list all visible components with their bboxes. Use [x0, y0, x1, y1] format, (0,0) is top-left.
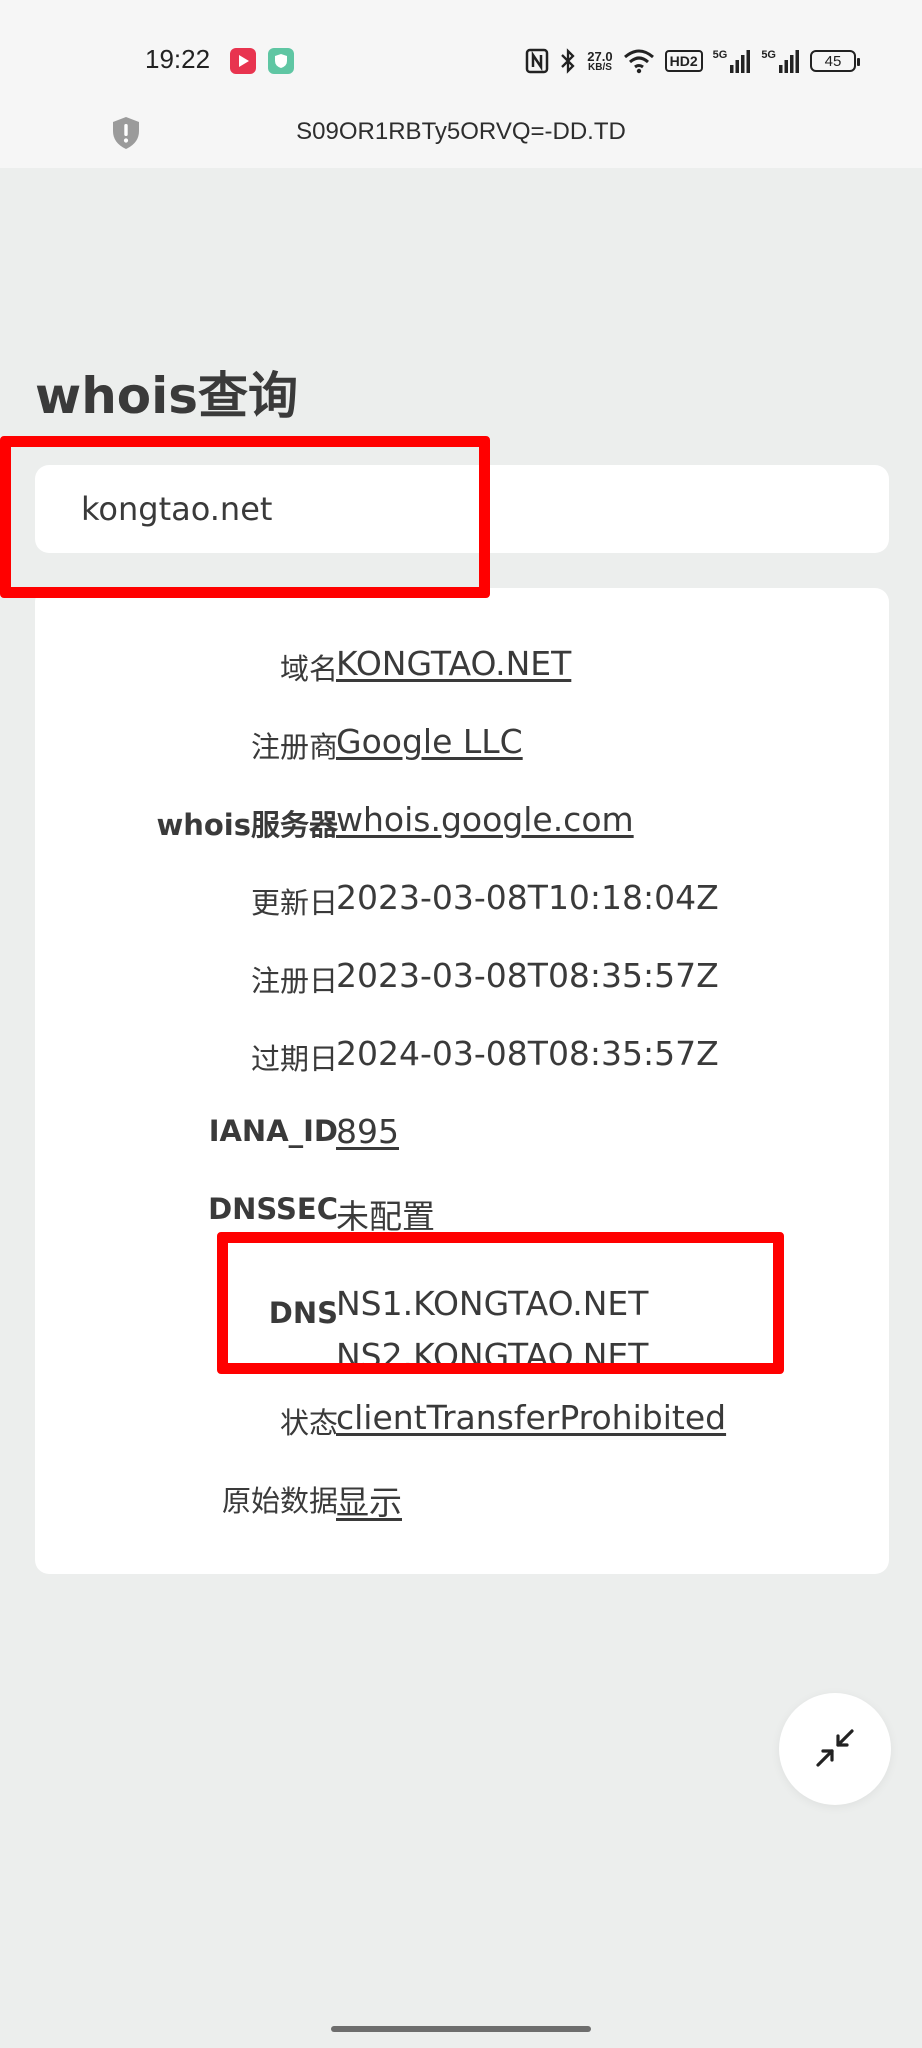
home-indicator[interactable] — [331, 2026, 591, 2032]
row-label: 注册日 — [250, 964, 338, 998]
page-title: whois查询 — [35, 367, 299, 425]
row-whois-server: whois服务器 whois.google.com — [35, 790, 889, 850]
row-dns: DNS NS1.KONGTAO.NET NS2.KONGTAO.NET — [35, 1284, 889, 1375]
signal-1-label: 5G — [712, 49, 728, 61]
net-speed-value: 27.0 — [587, 48, 613, 64]
updated-date: 2023-03-08T10:18:04Z — [336, 878, 719, 917]
row-registrar: 注册商 Google LLC — [35, 712, 889, 772]
bluetooth-icon — [559, 47, 577, 75]
row-dnssec: DNSSEC 未配置 — [35, 1180, 889, 1240]
row-registered: 注册日 2023-03-08T08:35:57Z — [35, 946, 889, 1006]
row-iana-id: IANA_ID 895 — [35, 1102, 889, 1162]
nfc-icon — [525, 48, 549, 74]
row-raw-data: 原始数据 显示 — [35, 1466, 889, 1526]
domain-link[interactable]: KONGTAO.NET — [336, 644, 571, 683]
collapse-button[interactable] — [779, 1693, 891, 1805]
address-bar[interactable]: S09OR1RBTy5ORVQ=-DD.TD — [0, 108, 922, 160]
status-time: 19:22 — [145, 44, 211, 74]
row-label: DNSSEC — [208, 1192, 338, 1226]
row-label: 域名 — [279, 652, 338, 686]
row-label: 更新日 — [250, 886, 338, 920]
dns-server-1: NS1.KONGTAO.NET — [336, 1284, 649, 1323]
whois-result-card: 域名 KONGTAO.NET 注册商 Google LLC whois服务器 w… — [35, 588, 889, 1574]
hd-badge: HD2 — [664, 50, 703, 72]
show-raw-data-link[interactable]: 显示 — [336, 1476, 402, 1524]
signal-icon: 5G — [713, 49, 752, 73]
row-domain: 域名 KONGTAO.NET — [35, 634, 889, 694]
row-label: 过期日 — [250, 1042, 338, 1076]
page-url[interactable]: S09OR1RBTy5ORVQ=-DD.TD — [0, 118, 922, 146]
net-speed-unit: KB/S — [588, 61, 612, 73]
video-app-icon — [230, 48, 256, 74]
dns-values: NS1.KONGTAO.NET NS2.KONGTAO.NET — [336, 1278, 648, 1382]
status-link[interactable]: clientTransferProhibited — [336, 1398, 726, 1437]
row-expiry: 过期日 2024-03-08T08:35:57Z — [35, 1024, 889, 1084]
row-status: 状态 clientTransferProhibited — [35, 1388, 889, 1448]
net-speed: 27.0 KB/S — [587, 50, 612, 73]
registrar-link[interactable]: Google LLC — [336, 722, 523, 761]
row-label: IANA_ID — [208, 1114, 338, 1148]
registered-date: 2023-03-08T08:35:57Z — [336, 956, 719, 995]
row-updated: 更新日 2023-03-08T10:18:04Z — [35, 868, 889, 928]
row-label: whois服务器 — [156, 808, 338, 842]
row-label: 注册商 — [250, 730, 338, 764]
row-label: 原始数据 — [221, 1484, 338, 1518]
iana-id-link[interactable]: 895 — [336, 1112, 399, 1151]
dnssec-value: 未配置 — [336, 1197, 435, 1236]
wifi-icon — [623, 48, 655, 74]
row-label: DNS — [268, 1296, 338, 1330]
battery-level: 45 — [824, 52, 842, 70]
security-app-icon — [268, 48, 294, 74]
whois-server-link[interactable]: whois.google.com — [336, 800, 634, 839]
dns-server-2: NS2.KONGTAO.NET — [336, 1336, 649, 1375]
row-label: 状态 — [279, 1406, 338, 1440]
status-icons: 27.0 KB/S HD2 5G 5G 45 — [525, 44, 860, 78]
collapse-icon — [812, 1725, 858, 1774]
domain-search-input[interactable] — [35, 465, 889, 553]
top-bar: 19:22 27.0 KB/S HD2 5G 5G 45 S09OR1RBTy5… — [0, 0, 922, 168]
signal-2-label: 5G — [761, 49, 776, 61]
expiry-date: 2024-03-08T08:35:57Z — [336, 1034, 719, 1073]
battery-icon: 45 — [810, 50, 860, 72]
signal-icon-2: 5G — [761, 49, 800, 73]
